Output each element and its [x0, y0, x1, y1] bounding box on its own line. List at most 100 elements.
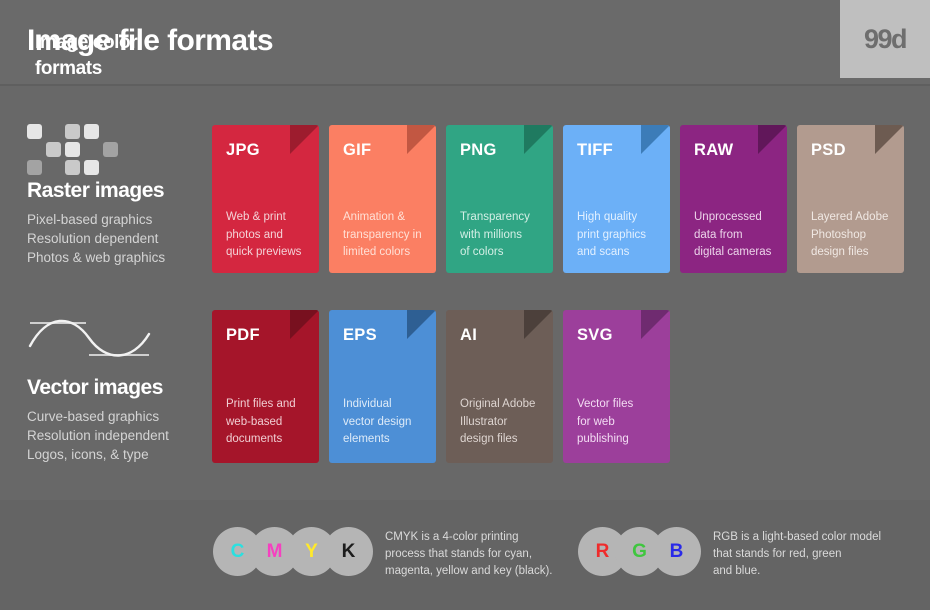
format-abbr-label: PDF: [226, 326, 260, 344]
vector-line-2: Resolution independent: [27, 428, 169, 443]
format-description-line: Layered Adobe: [811, 211, 889, 223]
cmyk-blurb-line-1: CMYK is a 4-color printing: [385, 531, 519, 543]
folded-corner-icon: [524, 310, 553, 339]
format-description-line: web-based: [226, 415, 283, 428]
format-description-line: Web & print: [226, 211, 286, 223]
format-description: Individual vector design elements: [343, 396, 428, 449]
format-description-line: Individual: [343, 398, 392, 410]
brand-logo: 99d: [840, 0, 930, 78]
format-abbr-label: TIFF: [577, 141, 614, 159]
format-description-line: print graphics: [577, 228, 647, 241]
vector-line-3: Logos, icons, & type: [27, 447, 149, 462]
format-abbr-label: PNG: [460, 141, 497, 159]
format-card-tiff[interactable]: TIFF High quality print graphics and scans: [563, 125, 670, 273]
folded-corner-icon: [407, 310, 436, 339]
format-description: Web & print photos and quick previews: [226, 209, 311, 262]
raster-line-1: Pixel-based graphics: [27, 212, 153, 227]
rgb-venn-diagram: RGB: [578, 527, 701, 576]
bezier-curve-icon: [28, 319, 151, 357]
footer-title: Image color formats: [35, 30, 138, 82]
format-description-line: Print files and: [226, 398, 296, 410]
footer-title-line-1: Image color: [35, 32, 138, 53]
format-card-svg[interactable]: SVG Vector files for web publishing: [563, 310, 670, 463]
format-description: Original Adobe Illustrator design files: [460, 396, 545, 449]
format-description-line: Original Adobe: [460, 398, 536, 410]
rgb-circle-b: B: [652, 527, 701, 576]
section-raster-images: Raster images Pixel-based graphics Resol…: [27, 124, 212, 267]
format-description-line: design files: [811, 246, 869, 258]
format-card-psd[interactable]: PSD Layered Adobe Photoshop design files: [797, 125, 904, 273]
format-card-jpg[interactable]: JPG Web & print photos and quick previews: [212, 125, 319, 273]
page-header: Image file formats 99d: [0, 0, 930, 87]
format-description-line: Vector files: [577, 398, 634, 410]
folded-corner-icon: [407, 125, 436, 154]
vector-line-1: Curve-based graphics: [27, 409, 160, 424]
format-description: Animation & transparency in limited colors: [343, 209, 428, 262]
format-card-ai[interactable]: AI Original Adobe Illustrator design files: [446, 310, 553, 463]
cmyk-description: CMYK is a 4-color printing process that …: [385, 529, 552, 580]
footer-title-line-2: formats: [35, 58, 102, 79]
cmyk-venn-diagram: CMYK: [213, 527, 373, 576]
cmyk-blurb-line-3: magenta, yellow and key (black).: [385, 565, 553, 577]
format-description: Layered Adobe Photoshop design files: [811, 209, 896, 262]
folded-corner-icon: [875, 125, 904, 154]
format-description-line: Animation &: [343, 211, 406, 223]
format-description-line: High quality: [577, 211, 638, 223]
format-description-line: Illustrator: [460, 415, 508, 428]
format-description-line: vector design: [343, 415, 412, 428]
format-description-line: transparency in: [343, 228, 422, 241]
cmyk-blurb-line-2: process that stands for cyan,: [385, 548, 533, 560]
folded-corner-icon: [641, 310, 670, 339]
format-description-line: Photoshop: [811, 228, 866, 241]
folded-corner-icon: [290, 125, 319, 154]
format-card-raw[interactable]: RAW Unprocessed data from digital cameras: [680, 125, 787, 273]
format-description-line: elements: [343, 433, 390, 445]
section-vector-images: Vector images Curve-based graphics Resol…: [27, 316, 212, 464]
format-description-line: Unprocessed: [694, 211, 762, 223]
format-description: Transparency with millions of colors: [460, 209, 545, 262]
format-abbr-label: JPG: [226, 141, 260, 159]
format-description-line: data from: [694, 228, 743, 241]
format-abbr-label: GIF: [343, 141, 372, 159]
format-description: High quality print graphics and scans: [577, 209, 662, 262]
folded-corner-icon: [524, 125, 553, 154]
format-description-line: with millions: [460, 228, 522, 241]
section-title-vector: Vector images: [27, 376, 163, 399]
brand-logo-text: 99d: [863, 23, 908, 54]
rgb-description: RGB is a light-based color model that st…: [713, 529, 881, 580]
format-description: Unprocessed data from digital cameras: [694, 209, 779, 262]
rgb-blurb-line-3: and blue.: [713, 565, 761, 577]
section-lines-vector: Curve-based graphics Resolution independ…: [27, 407, 212, 464]
format-card-eps[interactable]: EPS Individual vector design elements: [329, 310, 436, 463]
section-title-raster: Raster images: [27, 179, 165, 202]
format-description-line: of colors: [460, 246, 504, 258]
format-abbr-label: RAW: [694, 141, 734, 159]
format-abbr-label: AI: [460, 326, 478, 344]
format-description-line: Transparency: [460, 211, 530, 223]
format-description-line: documents: [226, 433, 283, 445]
format-description: Print files and web-based documents: [226, 396, 311, 449]
section-lines-raster: Pixel-based graphics Resolution dependen…: [27, 210, 212, 267]
format-description-line: for web: [577, 415, 615, 428]
format-abbr-label: EPS: [343, 326, 377, 344]
format-description-line: quick previews: [226, 246, 302, 258]
cmyk-circle-k: K: [324, 527, 373, 576]
format-description-line: design files: [460, 433, 518, 445]
format-description-line: digital cameras: [694, 246, 772, 258]
format-description-line: photos and: [226, 228, 283, 241]
raster-line-2: Resolution dependent: [27, 231, 159, 246]
format-abbr-label: SVG: [577, 326, 613, 344]
rgb-blurb-line-1: RGB is a light-based color model: [713, 531, 882, 543]
rgb-blurb-line-2: that stands for red, green: [713, 548, 842, 560]
format-description-line: publishing: [577, 433, 629, 445]
format-card-pdf[interactable]: PDF Print files and web-based documents: [212, 310, 319, 463]
format-abbr-label: PSD: [811, 141, 846, 159]
format-card-png[interactable]: PNG Transparency with millions of colors: [446, 125, 553, 273]
format-description: Vector files for web publishing: [577, 396, 662, 449]
folded-corner-icon: [758, 125, 787, 154]
pixel-grid-icon: [27, 124, 118, 175]
format-description-line: limited colors: [343, 246, 411, 258]
folded-corner-icon: [290, 310, 319, 339]
folded-corner-icon: [641, 125, 670, 154]
format-card-gif[interactable]: GIF Animation & transparency in limited col…: [329, 125, 436, 273]
